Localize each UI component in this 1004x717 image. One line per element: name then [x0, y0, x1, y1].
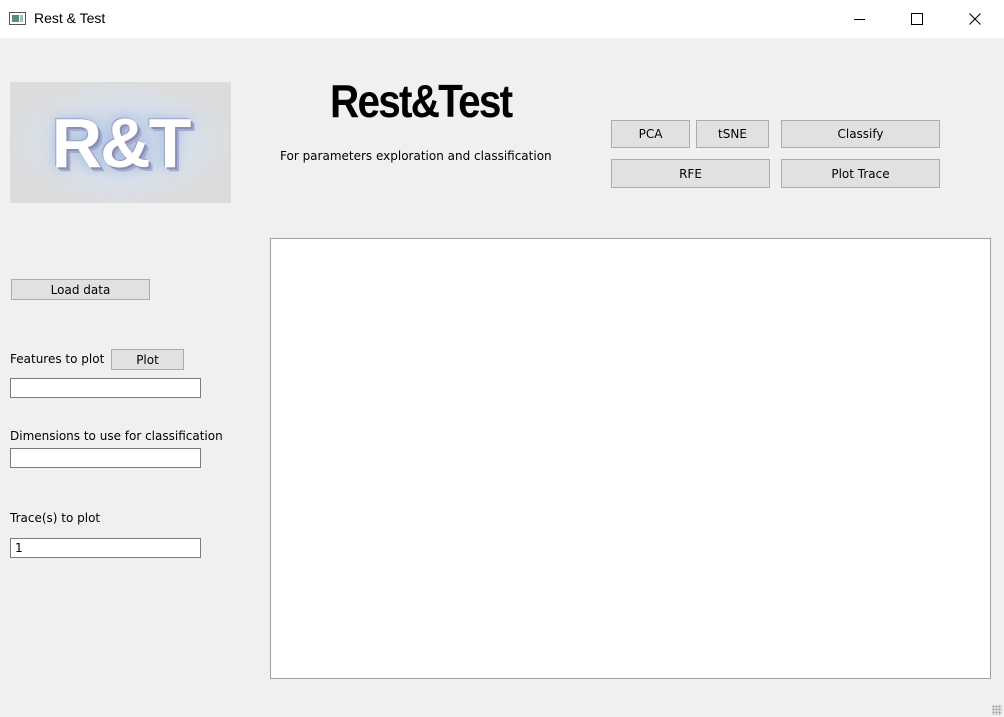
maximize-icon	[911, 13, 923, 25]
plot-trace-button[interactable]: Plot Trace	[781, 159, 940, 188]
close-button[interactable]	[952, 0, 998, 38]
plot-button[interactable]: Plot	[111, 349, 184, 370]
title-bar: Rest & Test	[0, 0, 1004, 38]
app-heading: Rest&Test	[330, 75, 513, 127]
close-icon	[969, 13, 981, 25]
features-input[interactable]	[10, 378, 201, 398]
app-icon	[9, 12, 26, 25]
app-subtitle: For parameters exploration and classific…	[280, 149, 552, 163]
dimensions-label: Dimensions to use for classification	[10, 429, 223, 443]
classify-button[interactable]: Classify	[781, 120, 940, 148]
minimize-button[interactable]	[836, 0, 882, 38]
maximize-button[interactable]	[894, 0, 940, 38]
minimize-icon	[853, 18, 865, 20]
features-to-plot-label: Features to plot	[10, 352, 105, 366]
tsne-button[interactable]: tSNE	[696, 120, 769, 148]
app-logo: R&T	[10, 82, 231, 203]
resize-grip-icon[interactable]	[992, 705, 1002, 715]
pca-button[interactable]: PCA	[611, 120, 690, 148]
dimensions-input[interactable]	[10, 448, 201, 468]
rfe-button[interactable]: RFE	[611, 159, 770, 188]
load-data-button[interactable]: Load data	[11, 279, 150, 300]
window-title: Rest & Test	[34, 10, 106, 26]
plot-canvas[interactable]	[270, 238, 991, 679]
traces-input[interactable]	[10, 538, 201, 558]
logo-text: R&T	[51, 103, 192, 182]
traces-label: Trace(s) to plot	[10, 511, 101, 525]
